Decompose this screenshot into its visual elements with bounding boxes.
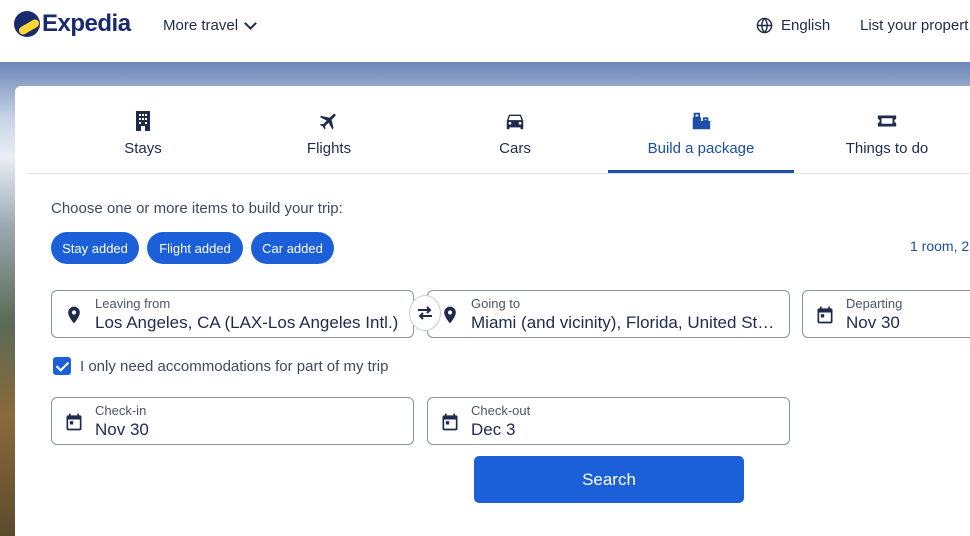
tab-things-to-do-label: Things to do [845,140,929,157]
tab-cars[interactable]: Cars [439,86,591,174]
going-to-label: Going to [471,296,521,311]
package-intro-text: Choose one or more items to build your t… [51,200,343,217]
list-property-link[interactable]: List your propert [860,17,968,34]
check-in-value: Nov 30 [95,420,149,439]
luggage-icon [692,112,711,130]
location-pin-icon [68,306,80,324]
going-to-value: Miami (and vicinity), Florida, United St… [471,313,779,332]
check-in-field[interactable]: Check-in Nov 30 [51,397,414,445]
calendar-icon [66,413,82,431]
swap-locations-button[interactable] [409,295,441,331]
tab-build-a-package[interactable]: Build a package [608,86,794,173]
flight-added-chip[interactable]: Flight added [147,232,243,264]
departing-date-field[interactable]: Departing Nov 30 [802,290,970,338]
stay-added-chip[interactable]: Stay added [51,232,139,264]
leaving-from-label: Leaving from [95,296,171,311]
tab-cars-label: Cars [499,140,531,157]
more-travel-menu[interactable]: More travel [163,16,257,34]
building-icon [136,111,150,131]
leaving-from-field[interactable]: Leaving from Los Angeles, CA (LAX-Los An… [51,290,414,338]
calendar-icon [817,306,833,324]
top-header: Expedia More travel English List your pr… [0,0,970,62]
tab-flights[interactable]: Flights [253,86,405,174]
departing-value: Nov 30 [846,313,900,332]
location-pin-icon [444,306,456,324]
tab-stays[interactable]: Stays [67,86,219,174]
partial-stay-checkbox[interactable] [53,357,71,375]
check-out-field[interactable]: Check-out Dec 3 [427,397,790,445]
swap-arrows-icon [418,306,432,320]
language-label: English [781,17,831,34]
globe-icon [756,17,773,34]
tab-stays-label: Stays [124,140,162,157]
language-selector[interactable]: English [756,17,830,34]
expedia-logo[interactable]: Expedia [14,10,131,38]
departing-label: Departing [846,296,903,311]
car-icon [506,114,524,130]
expedia-logo-icon [14,11,40,37]
search-button[interactable]: Search [474,456,744,503]
leaving-from-value: Los Angeles, CA (LAX-Los Angeles Intl.) [95,313,399,332]
airplane-icon [319,113,336,130]
calendar-icon [442,413,458,431]
rooms-travelers-selector[interactable]: 1 room, 2 [910,238,969,254]
check-out-value: Dec 3 [471,420,516,439]
going-to-field[interactable]: Going to Miami (and vicinity), Florida, … [427,290,790,338]
chevron-down-icon [244,16,257,30]
tab-flights-label: Flights [306,140,352,157]
more-travel-label: More travel [163,17,239,34]
logo-text: Expedia [42,10,131,37]
check-out-label: Check-out [471,403,531,418]
partial-stay-label[interactable]: I only need accommodations for part of m… [80,358,388,375]
search-tabs: Stays Flights Cars Build a package Thing… [27,86,970,174]
check-in-label: Check-in [95,403,147,418]
ticket-icon [877,115,897,127]
car-added-chip[interactable]: Car added [251,232,334,264]
tab-build-a-package-label: Build a package [647,140,755,157]
tab-things-to-do[interactable]: Things to do [811,86,963,174]
